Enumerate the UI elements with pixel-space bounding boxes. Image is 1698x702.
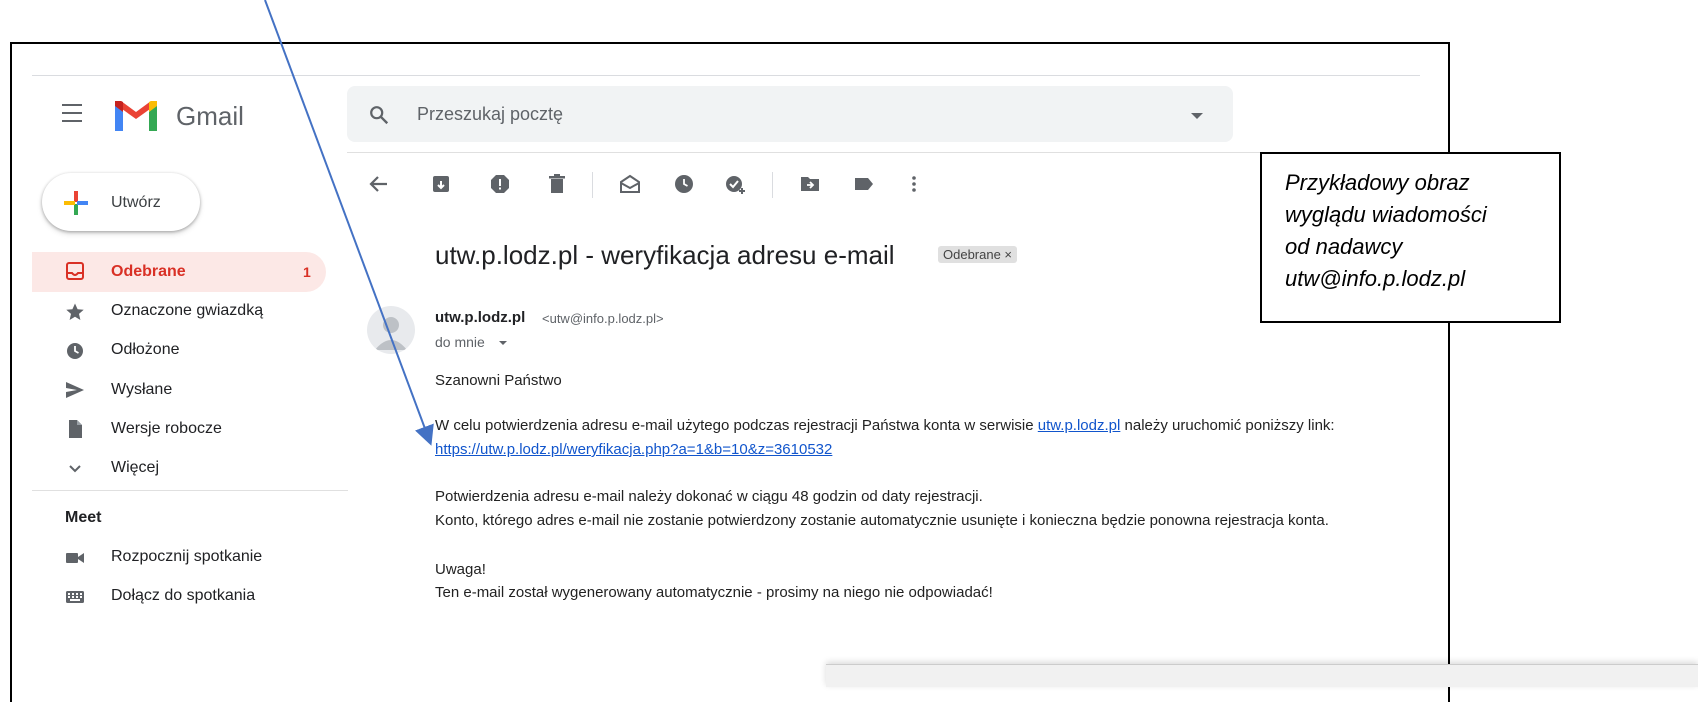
add-task-icon[interactable] xyxy=(724,173,746,195)
recipient-caret-icon[interactable] xyxy=(499,341,507,345)
person-icon xyxy=(375,317,407,350)
site-link[interactable]: utw.p.lodz.pl xyxy=(1038,417,1121,434)
video-icon xyxy=(66,553,84,563)
sidebar-item-label: Więcej xyxy=(111,459,160,476)
keyboard-icon xyxy=(66,591,84,603)
label-chip[interactable]: Odebrane × xyxy=(938,246,1018,263)
inbox-icon xyxy=(66,262,84,280)
search-input[interactable] xyxy=(415,103,1119,126)
search-options-icon[interactable] xyxy=(1191,113,1203,119)
sender-name: utw.p.lodz.pl xyxy=(435,309,526,326)
callout-line: Przykładowy obraz xyxy=(1285,170,1470,195)
top-divider xyxy=(32,75,1420,76)
toolbar-divider xyxy=(772,172,773,198)
email-greeting: Szanowni Państwo xyxy=(435,372,562,389)
avatar[interactable] xyxy=(367,306,415,354)
warning-text: Ten e-mail został wygenerowany automatyc… xyxy=(435,584,993,601)
report-spam-icon[interactable] xyxy=(489,173,511,195)
callout-line: od nadawcy xyxy=(1285,234,1403,259)
paragraph-text: W celu potwierdzenia adresu e-mail użyte… xyxy=(435,417,1038,434)
sidebar-item-label: Odłożone xyxy=(111,341,180,358)
sidebar-item-label: Oznaczone gwiazdką xyxy=(111,302,264,319)
sidebar-item-label: Wersje robocze xyxy=(111,420,222,437)
search-icon[interactable] xyxy=(368,104,390,126)
compose-label: Utwórz xyxy=(111,194,161,211)
callout-line: wyglądu wiadomości xyxy=(1285,202,1487,227)
toolbar-divider xyxy=(592,172,593,198)
delete-icon[interactable] xyxy=(546,173,568,195)
star-icon xyxy=(66,303,84,320)
chevron-down-icon xyxy=(69,465,81,473)
sidebar-item-label: Rozpocznij spotkanie xyxy=(111,548,263,565)
send-icon xyxy=(66,382,84,398)
unread-count: 1 xyxy=(303,264,311,280)
plus-icon xyxy=(64,191,88,215)
warning-title: Uwaga! xyxy=(435,561,486,578)
main-menu-icon[interactable] xyxy=(62,104,88,124)
draft-icon xyxy=(69,420,82,438)
move-to-icon[interactable] xyxy=(799,173,821,195)
email-paragraph: Potwierdzenia adresu e-mail należy dokon… xyxy=(435,488,983,505)
sidebar-item-label: Dołącz do spotkania xyxy=(111,587,256,604)
callout-line: utw@info.p.lodz.pl xyxy=(1285,266,1466,291)
sender-email: <utw@info.p.lodz.pl> xyxy=(542,311,664,326)
sidebar-item-label: Odebrane xyxy=(111,263,186,280)
back-arrow-icon[interactable] xyxy=(368,173,390,195)
meet-section-title: Meet xyxy=(65,509,102,526)
email-paragraph: Konto, którego adres e-mail nie zostanie… xyxy=(435,512,1329,529)
snooze-icon[interactable] xyxy=(673,173,695,195)
email-subject: utw.p.lodz.pl - weryfikacja adresu e-mai… xyxy=(435,240,895,270)
verification-link[interactable]: https://utw.p.lodz.pl/weryfikacja.php?a=… xyxy=(435,441,832,458)
callout-text: Przykładowy obraz wyglądu wiadomości od … xyxy=(1285,167,1555,295)
overlapping-window-edge xyxy=(826,664,1698,687)
paragraph-text: należy uruchomić poniższy link: xyxy=(1120,417,1335,434)
email-paragraph: W celu potwierdzenia adresu e-mail użyte… xyxy=(435,417,1335,434)
gmail-logo-icon[interactable] xyxy=(112,98,160,134)
sidebar-item-label: Wysłane xyxy=(111,381,173,398)
recipient-details[interactable]: do mnie xyxy=(435,334,485,350)
clock-icon xyxy=(67,343,83,359)
archive-icon[interactable] xyxy=(430,173,452,195)
sidebar-divider xyxy=(32,490,348,491)
mark-unread-icon[interactable] xyxy=(619,173,641,195)
label-icon[interactable] xyxy=(853,173,875,195)
gmail-wordmark: Gmail xyxy=(176,101,244,131)
more-options-icon[interactable] xyxy=(903,173,925,195)
